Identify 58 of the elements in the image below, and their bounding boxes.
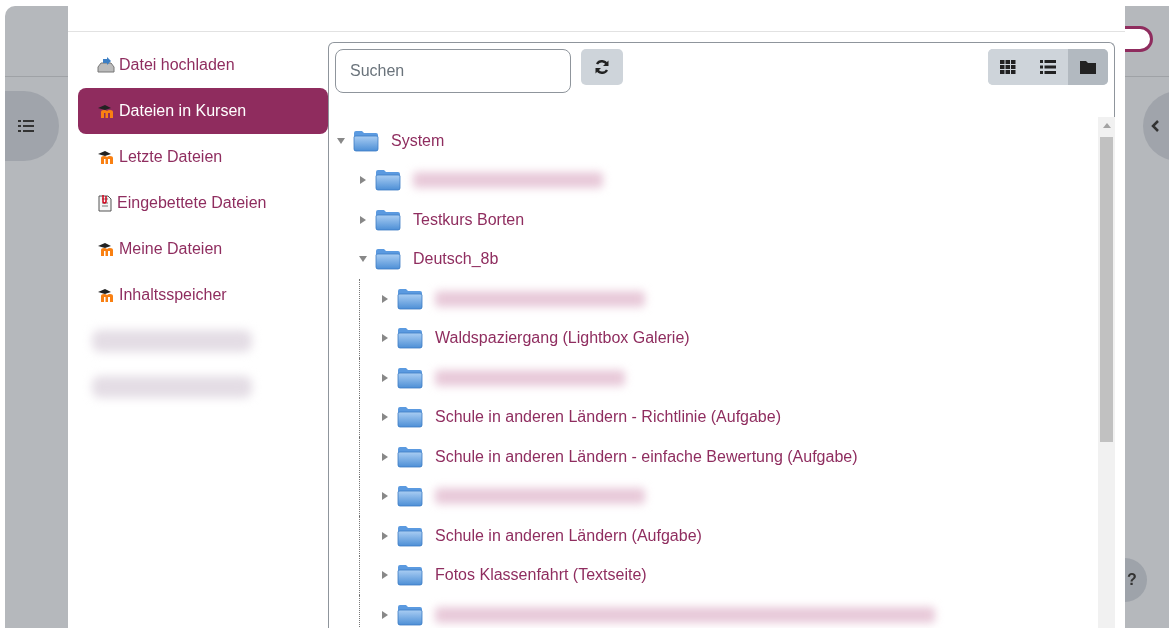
expand-arrow-icon[interactable] [359, 215, 367, 224]
moodle-logo-icon [97, 104, 115, 118]
expand-arrow-icon[interactable] [381, 610, 389, 619]
folder-link[interactable]: Deutsch_8b [413, 250, 499, 269]
list-icon [1040, 60, 1056, 74]
moodle-logo-icon [97, 242, 115, 256]
folder-link[interactable]: Testkurs Borten [413, 210, 525, 229]
tree-view-button[interactable] [1068, 49, 1108, 85]
repository-item[interactable]: Letzte Dateien [78, 134, 328, 180]
expand-arrow-icon[interactable] [359, 176, 367, 185]
folder-icon [1080, 60, 1096, 74]
expand-arrow-icon[interactable] [381, 294, 389, 303]
expand-arrow-icon[interactable] [381, 571, 389, 580]
folder-icon [397, 406, 423, 429]
folder-link[interactable]: Schule in anderen Ländern (Aufgabe) [435, 526, 702, 545]
refresh-icon [594, 59, 610, 75]
scroll-up-arrow-icon[interactable] [1102, 123, 1111, 128]
folder-icon [375, 169, 401, 192]
repository-item[interactable]: Meine Dateien [78, 226, 328, 272]
chevron-left-icon [1151, 120, 1159, 132]
moodle-logo-icon [97, 150, 115, 164]
folder-icon [397, 524, 423, 547]
document-clip-icon [97, 194, 113, 212]
folder-icon [397, 445, 423, 468]
folder-icon [397, 485, 423, 508]
expand-arrow-icon[interactable] [381, 334, 389, 343]
search-field[interactable]: Suchen [335, 49, 571, 93]
folder-link[interactable]: Fotos Klassenfahrt (Textseite) [435, 566, 647, 585]
expand-arrow-icon[interactable] [381, 413, 389, 422]
expand-arrow-icon[interactable] [381, 531, 389, 540]
expand-arrow-icon[interactable] [381, 373, 389, 382]
folder-icon [397, 327, 423, 350]
expand-arrow-icon[interactable] [381, 452, 389, 461]
moodle-logo-icon [97, 288, 115, 302]
folder-icon [375, 248, 401, 271]
folder-icon [375, 208, 401, 231]
folder-icon [397, 564, 423, 587]
folder-icon [397, 366, 423, 389]
grid-icon [1000, 60, 1016, 74]
repository-item[interactable]: Dateien in Kursen [78, 88, 328, 134]
upload-tray-icon [97, 57, 115, 73]
folder-link[interactable]: Schule in anderen Ländern - Richtlinie (Aufgabe) [435, 408, 781, 427]
folder-link[interactable]: Waldspaziergang (Lightbox Galerie) [435, 329, 690, 348]
repository-item[interactable]: Eingebettete Dateien [78, 180, 328, 226]
collapse-arrow-icon[interactable] [337, 136, 345, 145]
folder-link[interactable]: System [391, 131, 445, 150]
folder-icon [353, 129, 379, 152]
collapse-arrow-icon[interactable] [359, 255, 367, 264]
repository-item[interactable]: Datei hochladen [78, 42, 328, 88]
refresh-button[interactable] [581, 49, 623, 85]
folder-link[interactable]: Schule in anderen Ländern - einfache Bewertung (Aufgabe) [435, 447, 858, 466]
expand-arrow-icon[interactable] [381, 492, 389, 501]
repository-item[interactable]: Inhaltsspeicher [78, 272, 328, 318]
folder-icon [397, 603, 423, 626]
help-button[interactable]: ? [1125, 558, 1147, 602]
folder-icon [397, 287, 423, 310]
scrollbar[interactable] [1098, 117, 1115, 628]
list-icon [18, 119, 34, 133]
